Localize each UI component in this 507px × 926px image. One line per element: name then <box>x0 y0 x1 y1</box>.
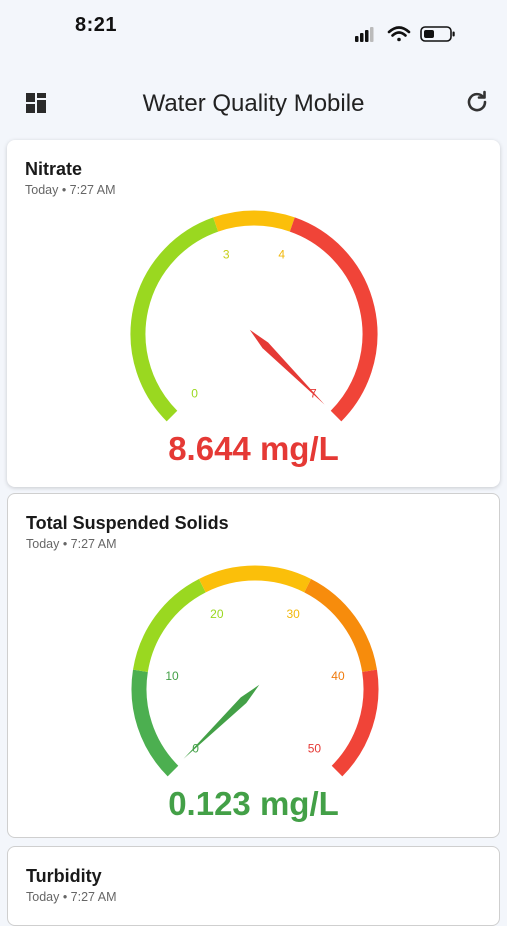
gauge-tick-label: 10 <box>165 669 179 683</box>
gauge-tick-label: 20 <box>210 607 224 621</box>
status-icons <box>355 26 455 42</box>
wifi-icon <box>387 26 411 42</box>
gauge-band-4 <box>331 669 379 777</box>
card-timestamp: Today • 7:27 AM <box>26 890 117 904</box>
battery-icon <box>420 26 455 42</box>
gauge-tick-label: 0 <box>191 386 198 400</box>
card-title: Turbidity <box>26 866 102 886</box>
app-title: Water Quality Mobile <box>142 90 365 117</box>
status-time: 8:21 <box>75 14 118 36</box>
gauge-tick-label: 4 <box>278 248 285 262</box>
nitrate-card[interactable]: Nitrate Today • 7:27 AM 0347 8.644 mg/L <box>7 140 500 487</box>
gauge-value: 0.123 mg/L <box>168 785 339 822</box>
total-suspended-solids-card[interactable]: Total Suspended Solids Today • 7:27 AM 0… <box>7 493 500 838</box>
gauge-tick-label: 3 <box>223 248 230 262</box>
gauge-band-0 <box>130 217 219 422</box>
gauge-band-3 <box>304 578 377 673</box>
gauge-band-1 <box>133 578 206 673</box>
gauge-tick-label: 30 <box>286 607 300 621</box>
refresh-icon[interactable] <box>465 90 489 114</box>
status-bar: 8:21 <box>0 0 507 60</box>
gauge-band-0 <box>131 669 179 777</box>
turbidity-card[interactable]: Turbidity Today • 7:27 AM <box>7 846 500 926</box>
gauge-needle <box>183 684 260 759</box>
gauge-band-1 <box>213 210 295 232</box>
gauge-band-2 <box>198 565 312 593</box>
signal-icon <box>355 27 374 42</box>
gauge-value: 8.644 mg/L <box>168 430 339 467</box>
gauge-band-2 <box>289 217 378 422</box>
app-header: Water Quality Mobile <box>0 66 507 140</box>
gauge-needle <box>249 329 325 405</box>
gauge-tick-label: 50 <box>308 741 322 755</box>
gauge-tick-label: 40 <box>331 669 345 683</box>
